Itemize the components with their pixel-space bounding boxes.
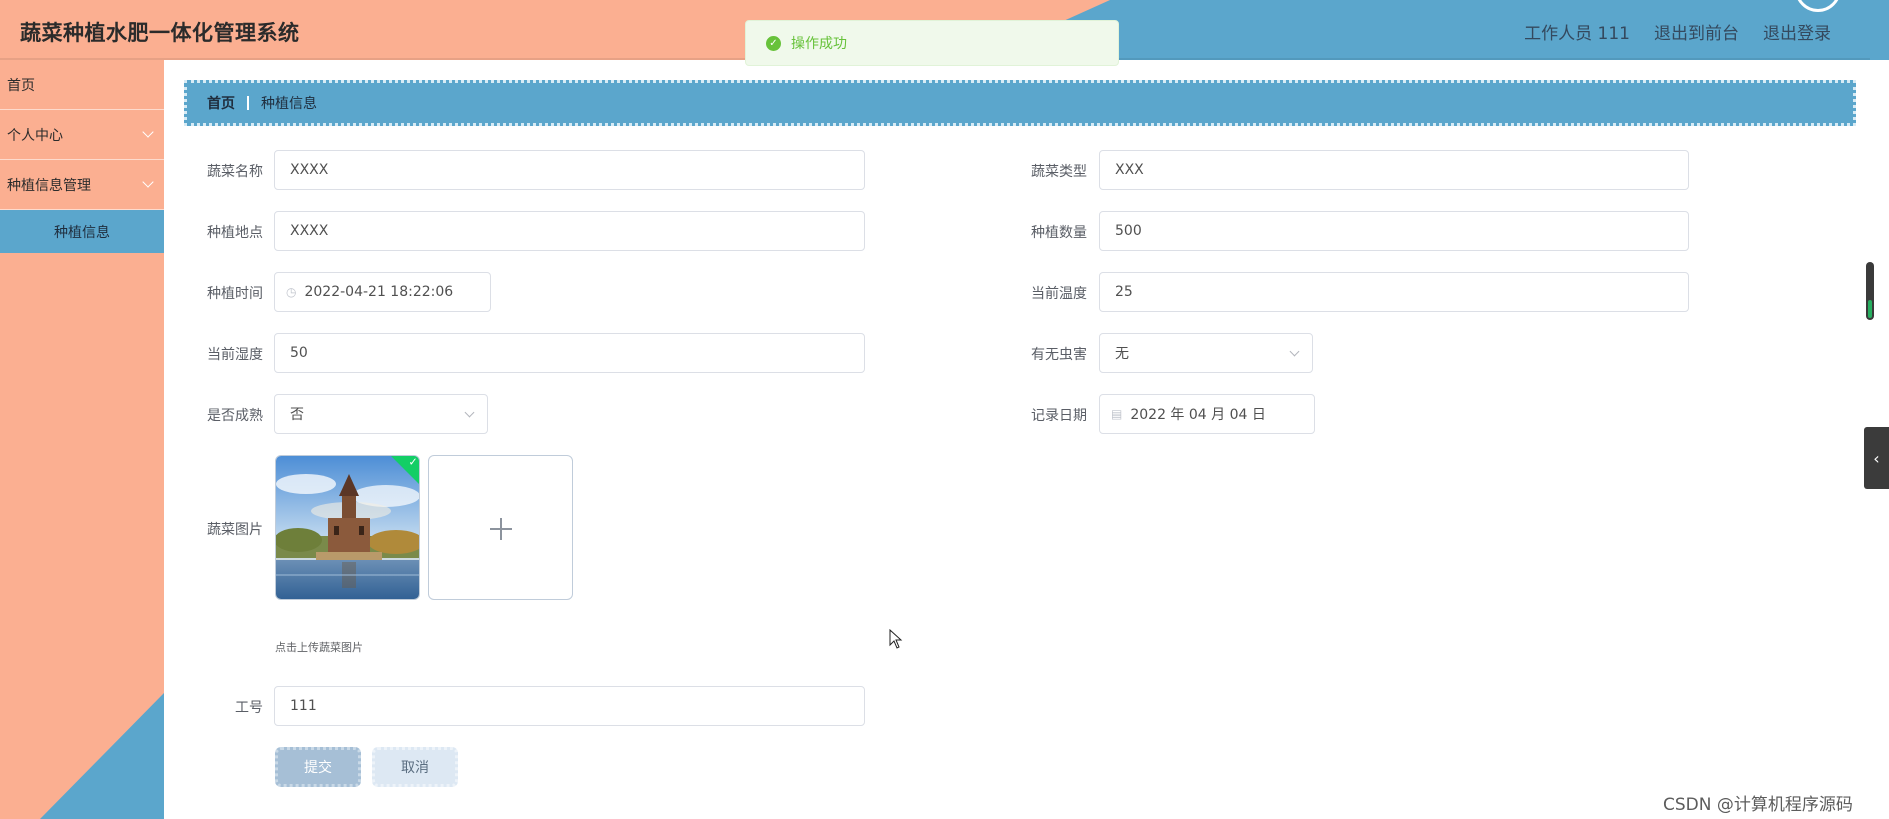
- humidity-label: 当前湿度: [207, 347, 263, 363]
- app-title: 蔬菜种植水肥一体化管理系统: [20, 21, 300, 45]
- sidebar-item-planting-management[interactable]: 种植信息管理: [0, 160, 164, 210]
- mouse-cursor-icon: [889, 629, 903, 649]
- side-collapse-tab[interactable]: ‹: [1864, 427, 1889, 489]
- calendar-icon: ▤: [1111, 407, 1123, 421]
- castle-photo: [276, 456, 419, 599]
- clock-icon: ◷: [286, 285, 297, 299]
- sidebar-item-home[interactable]: 首页: [0, 60, 164, 110]
- vegetable-name-field[interactable]: XXXX: [274, 150, 865, 190]
- toast-message: 操作成功: [791, 36, 847, 52]
- quantity-value: 500: [1115, 223, 1142, 239]
- record-date-value: 2022 年 04 月 04 日: [1130, 407, 1266, 423]
- type-label: 蔬菜类型: [1031, 164, 1087, 180]
- temperature-value: 25: [1115, 284, 1133, 300]
- upload-image-button[interactable]: [428, 455, 573, 600]
- check-icon: ✓: [408, 455, 418, 469]
- worker-id-label: 工号: [235, 700, 263, 716]
- quantity-label: 种植数量: [1031, 225, 1087, 241]
- temperature-label: 当前温度: [1031, 286, 1087, 302]
- plant-time-picker[interactable]: ◷ 2022-04-21 18:22:06: [274, 272, 491, 312]
- sidebar-subitem-planting-info[interactable]: 种植信息: [0, 210, 164, 253]
- record-date-picker[interactable]: ▤ 2022 年 04 月 04 日: [1099, 394, 1315, 434]
- sidebar-item-label: 种植信息管理: [7, 177, 91, 194]
- uploaded-image-thumbnail[interactable]: ✓: [275, 455, 420, 600]
- worker-id-field[interactable]: 111: [274, 686, 865, 726]
- check-circle-icon: ✓: [766, 35, 781, 51]
- record-date-label: 记录日期: [1031, 408, 1087, 424]
- quantity-field[interactable]: 500: [1099, 211, 1689, 251]
- breadcrumb-current: 种植信息: [261, 96, 317, 112]
- location-label: 种植地点: [207, 225, 263, 241]
- mature-value: 否: [290, 407, 304, 423]
- location-field[interactable]: XXXX: [274, 211, 865, 251]
- vegetable-type-value: XXX: [1115, 162, 1144, 178]
- breadcrumb-home[interactable]: 首页: [207, 93, 235, 113]
- logout-link[interactable]: 退出登录: [1763, 19, 1831, 44]
- to-front-link[interactable]: 退出到前台: [1654, 19, 1739, 44]
- pests-select[interactable]: 无: [1099, 333, 1313, 373]
- humidity-value: 50: [290, 345, 308, 361]
- pests-label: 有无虫害: [1031, 347, 1087, 363]
- vegetable-type-field[interactable]: XXX: [1099, 150, 1689, 190]
- humidity-field[interactable]: 50: [274, 333, 865, 373]
- submit-button[interactable]: 提交: [275, 747, 361, 787]
- sidebar-item-label: 个人中心: [7, 127, 63, 144]
- watermark: CSDN @计算机程序源码: [1663, 795, 1853, 815]
- plant-time-label: 种植时间: [207, 286, 263, 302]
- breadcrumb-separator: [247, 96, 249, 110]
- chevron-down-icon: [142, 176, 154, 188]
- success-toast: ✓ 操作成功: [745, 20, 1119, 66]
- pests-value: 无: [1115, 346, 1129, 362]
- cancel-button[interactable]: 取消: [372, 747, 458, 787]
- sidebar-item-label: 首页: [7, 77, 35, 94]
- sidebar-item-personal-center[interactable]: 个人中心: [0, 110, 164, 160]
- plus-icon-vertical: [500, 518, 502, 540]
- temperature-field[interactable]: 25: [1099, 272, 1689, 312]
- avatar[interactable]: [1795, 0, 1841, 12]
- vegetable-name-value: XXXX: [290, 162, 329, 178]
- sidebar-subitem-label: 种植信息: [54, 224, 110, 241]
- scrollbar-indicator: [1868, 300, 1872, 318]
- header-links: 工作人员 111 退出到前台 退出登录: [1524, 19, 1831, 44]
- mature-label: 是否成熟: [207, 408, 263, 424]
- chevron-down-icon: [464, 407, 475, 418]
- upload-hint: 点击上传蔬菜图片: [275, 641, 363, 654]
- chevron-down-icon: [1289, 346, 1300, 357]
- name-label: 蔬菜名称: [207, 164, 263, 180]
- image-label: 蔬菜图片: [207, 522, 263, 538]
- plant-time-value: 2022-04-21 18:22:06: [304, 284, 454, 300]
- mature-select[interactable]: 否: [274, 394, 488, 434]
- user-label: 工作人员 111: [1524, 24, 1630, 44]
- breadcrumb: 首页 种植信息: [184, 80, 1856, 126]
- location-value: XXXX: [290, 223, 329, 239]
- worker-id-value: 111: [290, 698, 317, 714]
- sidebar: 首页 个人中心 种植信息管理 种植信息: [0, 60, 164, 819]
- chevron-left-icon: ‹: [1873, 448, 1880, 468]
- chevron-down-icon: [142, 126, 154, 138]
